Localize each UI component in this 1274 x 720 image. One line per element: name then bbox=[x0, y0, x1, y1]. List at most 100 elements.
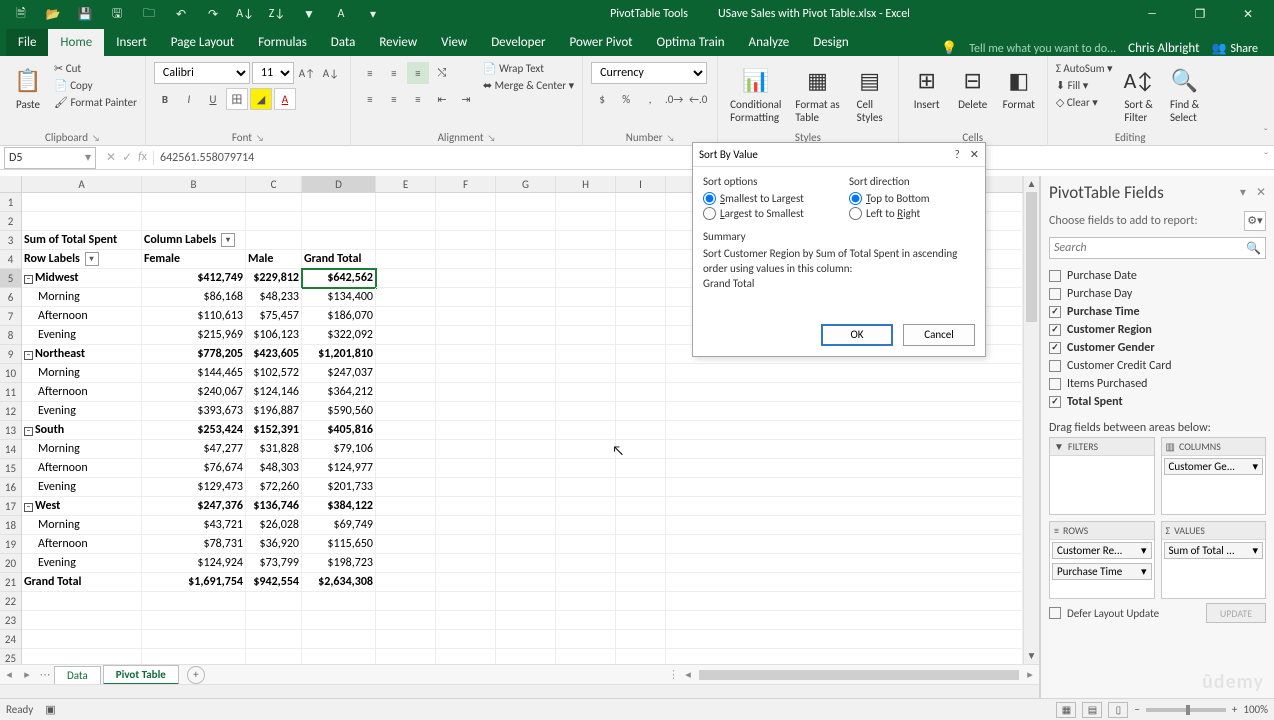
qat-saveas-icon[interactable]: 🖫 bbox=[102, 2, 132, 26]
user-name[interactable]: Chris Albright bbox=[1128, 41, 1199, 56]
delete-button[interactable]: ⊟Delete bbox=[953, 62, 993, 113]
area-filters[interactable]: ▼FILTERS bbox=[1049, 437, 1155, 515]
tab-insert[interactable]: Insert bbox=[104, 29, 159, 56]
align-middle-icon[interactable]: ≡ bbox=[383, 62, 405, 84]
autosum-button[interactable]: Σ AutoSum ▾ bbox=[1056, 62, 1113, 75]
align-right-icon[interactable]: ≡ bbox=[407, 88, 429, 110]
field-item[interactable]: Customer Region bbox=[1049, 321, 1272, 339]
view-page-layout-icon[interactable]: ▤ bbox=[1082, 702, 1102, 718]
window-restore-icon[interactable]: ❐ bbox=[1180, 2, 1220, 26]
sheet-tab-data[interactable]: Data bbox=[54, 666, 101, 684]
wrap-text-button[interactable]: 📄 Wrap Text bbox=[483, 62, 574, 75]
bold-button[interactable]: B bbox=[154, 88, 176, 110]
orientation-icon[interactable]: ⤭ bbox=[431, 62, 453, 84]
indent-dec-icon[interactable]: ⇤ bbox=[431, 88, 453, 110]
align-left-icon[interactable]: ≡ bbox=[359, 88, 381, 110]
collapse-ribbon-icon[interactable]: ˇ bbox=[1263, 127, 1268, 141]
tab-formulas[interactable]: Formulas bbox=[246, 29, 319, 56]
qat-open-icon[interactable]: 📂 bbox=[38, 2, 68, 26]
align-center-icon[interactable]: ≡ bbox=[383, 88, 405, 110]
tab-analyze[interactable]: Analyze bbox=[737, 29, 802, 56]
fields-gear-icon[interactable]: ⚙▾ bbox=[1244, 211, 1266, 231]
defer-checkbox[interactable] bbox=[1049, 607, 1061, 619]
radio-left-right[interactable]: Left to Right bbox=[849, 207, 975, 220]
fields-search[interactable]: 🔍 bbox=[1049, 237, 1266, 259]
font-name-select[interactable]: Calibri bbox=[154, 62, 250, 84]
row-headers[interactable]: 1234567891011121314151617181920212223242… bbox=[0, 176, 22, 664]
update-button[interactable]: UPDATE bbox=[1206, 603, 1266, 623]
clear-button[interactable]: ◇ Clear ▾ bbox=[1056, 96, 1113, 109]
sheet-tab-pivot[interactable]: Pivot Table bbox=[103, 665, 179, 685]
cut-button[interactable]: ✂ Cut bbox=[54, 62, 137, 75]
qat-folder-icon[interactable]: 🗀 bbox=[134, 2, 164, 26]
tab-page-layout[interactable]: Page Layout bbox=[159, 29, 246, 56]
underline-button[interactable]: U bbox=[202, 88, 224, 110]
font-color-button[interactable]: A bbox=[274, 88, 296, 110]
percent-icon[interactable]: % bbox=[615, 88, 637, 110]
find-select-button[interactable]: 🔍Find & Select bbox=[1165, 62, 1205, 126]
align-top-icon[interactable]: ≡ bbox=[359, 62, 381, 84]
fill-color-button[interactable]: ◢ bbox=[250, 88, 272, 110]
comma-icon[interactable]: , bbox=[639, 88, 661, 110]
field-item[interactable]: Purchase Time bbox=[1049, 303, 1272, 321]
view-page-break-icon[interactable]: ▯ bbox=[1108, 702, 1128, 718]
radio-t2b-input[interactable] bbox=[849, 192, 862, 205]
merge-center-button[interactable]: ⬌ Merge & Center ▾ bbox=[483, 79, 574, 92]
number-launcher-icon[interactable]: ↘ bbox=[667, 133, 675, 144]
tab-power-pivot[interactable]: Power Pivot bbox=[557, 29, 644, 56]
grow-font-icon[interactable]: A↑ bbox=[296, 62, 318, 84]
insert-button[interactable]: ⊞Insert bbox=[907, 62, 947, 113]
field-item[interactable]: Customer Gender bbox=[1049, 339, 1272, 357]
fields-dropdown-icon[interactable]: ▾ bbox=[1240, 185, 1246, 200]
fields-search-input[interactable] bbox=[1054, 241, 1246, 255]
view-normal-icon[interactable]: ▦ bbox=[1056, 702, 1076, 718]
field-item[interactable]: Customer Credit Card bbox=[1049, 357, 1272, 375]
qat-filter-icon[interactable]: ▼ bbox=[294, 2, 324, 26]
tab-design[interactable]: Design bbox=[801, 29, 860, 56]
tab-review[interactable]: Review bbox=[367, 29, 429, 56]
area-columns[interactable]: ▥COLUMNSCustomer Ge...▾ bbox=[1161, 437, 1267, 515]
zoom-slider[interactable] bbox=[1146, 708, 1226, 712]
sort-filter-button[interactable]: A↕Sort & Filter bbox=[1119, 62, 1159, 126]
ok-button[interactable]: OK bbox=[821, 324, 893, 346]
radio-largest-smallest[interactable]: Largest to Smallest bbox=[703, 207, 829, 220]
qat-undo-icon[interactable]: ↶ bbox=[166, 2, 196, 26]
tab-optima-train[interactable]: Optima Train bbox=[645, 29, 737, 56]
add-sheet-button[interactable]: + bbox=[187, 666, 205, 684]
conditional-formatting-button[interactable]: 📊Conditional Formatting bbox=[726, 62, 785, 126]
paste-button[interactable]: 📋Paste bbox=[8, 62, 48, 113]
format-painter-button[interactable]: 🖌 Format Painter bbox=[54, 96, 137, 109]
radio-l2s-input[interactable] bbox=[703, 207, 716, 220]
qat-customize-icon[interactable]: ▾ bbox=[358, 2, 388, 26]
qat-textbox-icon[interactable]: A bbox=[326, 2, 356, 26]
field-item[interactable]: Items Purchased bbox=[1049, 375, 1272, 393]
name-box[interactable]: D5▾ bbox=[4, 147, 96, 169]
qat-sort-az-icon[interactable]: A↓ bbox=[230, 2, 260, 26]
format-as-table-button[interactable]: ▦Format as Table bbox=[791, 62, 843, 126]
inc-decimal-icon[interactable]: .0→ bbox=[663, 88, 685, 110]
expand-formula-icon[interactable]: ˇ bbox=[1258, 151, 1274, 165]
tab-developer[interactable]: Developer bbox=[479, 29, 557, 56]
dialog-close-icon[interactable]: ✕ bbox=[970, 148, 979, 161]
vertical-scrollbar[interactable]: ▲▼ bbox=[1023, 176, 1039, 664]
radio-s2l-input[interactable] bbox=[703, 192, 716, 205]
enter-formula-icon[interactable]: ✓ bbox=[122, 150, 132, 165]
italic-button[interactable]: I bbox=[178, 88, 200, 110]
fields-close-icon[interactable]: ✕ bbox=[1256, 185, 1266, 200]
zoom-level[interactable]: 100% bbox=[1243, 703, 1268, 716]
currency-icon[interactable]: $ bbox=[591, 88, 613, 110]
tab-file[interactable]: File bbox=[6, 29, 48, 56]
font-size-select[interactable]: 11 bbox=[252, 62, 294, 84]
horizontal-scrollbar[interactable] bbox=[699, 670, 1019, 680]
qat-save-icon[interactable]: 💾 bbox=[70, 2, 100, 26]
window-minimize-icon[interactable]: ― bbox=[1132, 2, 1172, 26]
field-item[interactable]: Purchase Date bbox=[1049, 267, 1272, 285]
cancel-button[interactable]: Cancel bbox=[903, 324, 975, 346]
window-close-icon[interactable]: ✕ bbox=[1228, 2, 1268, 26]
font-launcher-icon[interactable]: ↘ bbox=[256, 133, 264, 144]
field-item[interactable]: Purchase Day bbox=[1049, 285, 1272, 303]
insert-function-icon[interactable]: fx bbox=[138, 150, 147, 165]
qat-new-icon[interactable]: 🗎 bbox=[6, 2, 36, 26]
fill-button[interactable]: ⬇ Fill ▾ bbox=[1056, 79, 1113, 92]
dec-decimal-icon[interactable]: ←.0 bbox=[687, 88, 709, 110]
